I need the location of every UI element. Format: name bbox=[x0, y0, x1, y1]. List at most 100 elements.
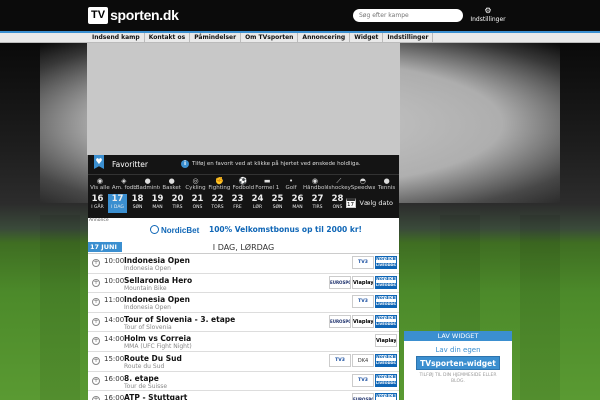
tennis-icon[interactable]: + bbox=[92, 396, 100, 400]
event-row[interactable]: +11:00Indonesia OpenIndonesia Open TV3 SP… bbox=[88, 293, 399, 313]
sport-filter-item[interactable]: ◓Speedway bbox=[351, 175, 375, 192]
nav-item-5[interactable]: Widget bbox=[350, 33, 384, 43]
soccer-icon: ⚽ bbox=[238, 177, 248, 185]
tv-channel-logo[interactable]: TV3 SPORT bbox=[352, 373, 374, 387]
nordicbet-channel-logo[interactable]: NordicBetLIVEODDS bbox=[375, 373, 397, 387]
nav-item-4[interactable]: Annoncering bbox=[298, 33, 351, 43]
date-tab[interactable]: 25 SØN bbox=[268, 194, 287, 213]
date-day: 25 bbox=[271, 194, 284, 204]
nordicbet-top: NordicBet bbox=[376, 276, 396, 282]
sport-filter-item[interactable]: ◈Am. fodbold bbox=[112, 175, 136, 192]
sport-filter-item[interactable]: ●Badminton bbox=[136, 175, 160, 192]
vp-channel-logo[interactable]: Viaplay bbox=[352, 275, 374, 289]
date-day: 21 bbox=[191, 194, 204, 204]
widget-box: LAV WIDGET Lav din egen TVsporten-widget… bbox=[404, 331, 512, 400]
sport-filter-item[interactable]: • Golf bbox=[279, 175, 303, 192]
event-title[interactable]: Holm vs Correia bbox=[124, 334, 191, 343]
date-tab[interactable]: 28 ONS bbox=[328, 194, 347, 213]
sport-filter-item[interactable]: ● Basket bbox=[160, 175, 184, 192]
fighting-icon[interactable]: + bbox=[92, 337, 100, 346]
sport-filter-item[interactable]: ⟋ Ishockey bbox=[327, 175, 351, 192]
pick-date-button[interactable]: 17 Vælg dato bbox=[345, 198, 393, 208]
date-tab[interactable]: 18 SØN bbox=[128, 194, 147, 213]
nav-item-3[interactable]: Om TVsporten bbox=[241, 33, 299, 43]
event-row[interactable]: +10:00Indonesia OpenIndonesia Open TV3 SP… bbox=[88, 254, 399, 274]
badminton-icon[interactable]: + bbox=[92, 259, 100, 267]
badminton-icon[interactable]: + bbox=[92, 298, 100, 307]
tv-channel-logo[interactable]: TV3 SPORT bbox=[352, 256, 374, 269]
date-tab[interactable]: 23 FRE bbox=[228, 194, 247, 213]
date-tab[interactable]: 16 I GÅR bbox=[88, 194, 107, 213]
nordicbet-channel-logo[interactable]: NordicBetLIVEODDS bbox=[375, 295, 397, 309]
event-title[interactable]: ATP - Stuttgart bbox=[124, 393, 187, 400]
sport-filter-item[interactable]: ✊ Fighting bbox=[207, 175, 231, 192]
event-row[interactable]: +16:00ATP - Stuttgart EUROSPORTNordicBetL… bbox=[88, 391, 399, 400]
logo-text: sporten.dk bbox=[110, 7, 179, 23]
nav-item-1[interactable]: Kontakt os bbox=[145, 33, 191, 43]
sport-filter: ◉Vis alle◈Am. fodbold●Badminton●Basket◎C… bbox=[88, 174, 399, 192]
cycling-icon[interactable]: + bbox=[92, 317, 100, 326]
event-row[interactable]: +16:008. etapeTour de Suisse TV3 SPORTNor… bbox=[88, 372, 399, 392]
date-day: 17 bbox=[111, 194, 124, 204]
search-input[interactable] bbox=[353, 9, 463, 22]
event-row[interactable]: +15:00Route Du SudRoute du Sud TV3 SPORTD… bbox=[88, 352, 399, 372]
day-label: I DAG, LØRDAG bbox=[212, 243, 275, 252]
date-tab[interactable]: 22 TORS bbox=[208, 194, 227, 213]
cycling-icon[interactable]: + bbox=[92, 376, 100, 385]
date-weekday: FRE bbox=[233, 205, 242, 210]
sport-filter-item[interactable]: ◉ Vis alle bbox=[88, 175, 112, 192]
date-tab[interactable]: 20 TIRS bbox=[168, 194, 187, 213]
event-title[interactable]: Sellaronda Hero bbox=[124, 276, 192, 285]
nordicbet-channel-logo[interactable]: NordicBetLIVEODDS bbox=[375, 256, 397, 269]
date-tab[interactable]: 21 ONS bbox=[188, 194, 207, 213]
date-weekday: I DAG bbox=[111, 205, 124, 210]
date-weekday: I GÅR bbox=[91, 205, 104, 210]
nav-item-2[interactable]: Påmindelser bbox=[190, 33, 242, 43]
sport-filter-item[interactable]: ⚽ Fodbold bbox=[231, 175, 255, 192]
cycling-icon[interactable]: + bbox=[92, 356, 100, 365]
sport-label: Ishockey bbox=[326, 185, 351, 191]
event-title[interactable]: Route Du Sud bbox=[124, 354, 182, 363]
date-tab[interactable]: 26 MAN bbox=[288, 194, 307, 213]
event-subtitle: Indonesia Open bbox=[124, 265, 171, 272]
vp-channel-logo[interactable]: Viaplay bbox=[375, 334, 397, 348]
dk-channel-logo[interactable]: DK4 bbox=[352, 353, 374, 367]
liveodds-bar: LIVEODDS bbox=[376, 321, 396, 327]
sport-filter-item[interactable]: ◎ Cykling bbox=[184, 175, 208, 192]
event-row[interactable]: +14:00 Holm vs Correia MMA (UFC Fight Nigh… bbox=[88, 332, 399, 352]
event-title[interactable]: Tour of Slovenia - 3. etape bbox=[124, 315, 235, 324]
nav-item-6[interactable]: Indstillinger bbox=[383, 33, 434, 43]
nordicbet-channel-logo[interactable]: NordicBetLIVEODDS bbox=[375, 314, 397, 328]
event-title[interactable]: Indonesia Open bbox=[124, 295, 190, 304]
event-row[interactable]: +14:00 Tour of Slovenia - 3. etape Tour of… bbox=[88, 313, 399, 333]
nordicbet-channel-logo[interactable]: NordicBetLIVEODDS bbox=[375, 393, 397, 400]
nordicbet-channel-logo[interactable]: NordicBetLIVEODDS bbox=[375, 353, 397, 367]
vp-channel-logo[interactable]: Viaplay bbox=[352, 314, 374, 328]
ad-promo: 100% Velkomstbonus op til 2000 kr! bbox=[209, 225, 362, 234]
ad-banner[interactable]: Annonce NordicBet 100% Velkomstbonus op … bbox=[88, 218, 399, 242]
nordicbet-channel-logo[interactable]: NordicBetLIVEODDS bbox=[375, 275, 397, 289]
settings-button[interactable]: ⚙ Indstillinger bbox=[470, 6, 506, 23]
sport-filter-item[interactable]: ● Tennis bbox=[375, 175, 399, 192]
tv-channel-logo[interactable]: TV3 SPORT bbox=[329, 353, 351, 367]
eu-channel-logo[interactable]: EUROSPORT bbox=[329, 314, 351, 328]
info-icon[interactable]: i bbox=[181, 160, 189, 168]
eu-channel-logo[interactable]: EUROSPORT bbox=[352, 393, 374, 400]
site-logo[interactable]: TV sporten.dk bbox=[88, 6, 179, 24]
date-day: 20 bbox=[171, 194, 184, 204]
date-tab[interactable]: 24 LØR bbox=[248, 194, 267, 213]
event-row[interactable]: +10:00 Sellaronda Hero Mountain Bike EUROSP… bbox=[88, 274, 399, 294]
sport-filter-item[interactable]: ◉ Håndbold bbox=[303, 175, 327, 192]
tv-channel-logo[interactable]: TV3 SPORT bbox=[352, 295, 374, 309]
date-tab[interactable]: 27 TIRS bbox=[308, 194, 327, 213]
cycling-icon[interactable]: + bbox=[92, 278, 100, 287]
date-tab[interactable]: 19 MAN bbox=[148, 194, 167, 213]
event-title[interactable]: 8. etape bbox=[124, 374, 159, 383]
event-title[interactable]: Indonesia Open bbox=[124, 256, 190, 265]
eu-channel-logo[interactable]: EUROSPORT bbox=[329, 275, 351, 289]
widget-button[interactable]: TVsporten-widget bbox=[416, 356, 500, 370]
sport-filter-item[interactable]: ▬ Formel 1 bbox=[255, 175, 279, 192]
nav-item-0[interactable]: Indsend kamp bbox=[88, 33, 145, 43]
date-tab[interactable]: 17 I DAG bbox=[108, 194, 127, 213]
football-icon: ◈ bbox=[121, 177, 127, 185]
